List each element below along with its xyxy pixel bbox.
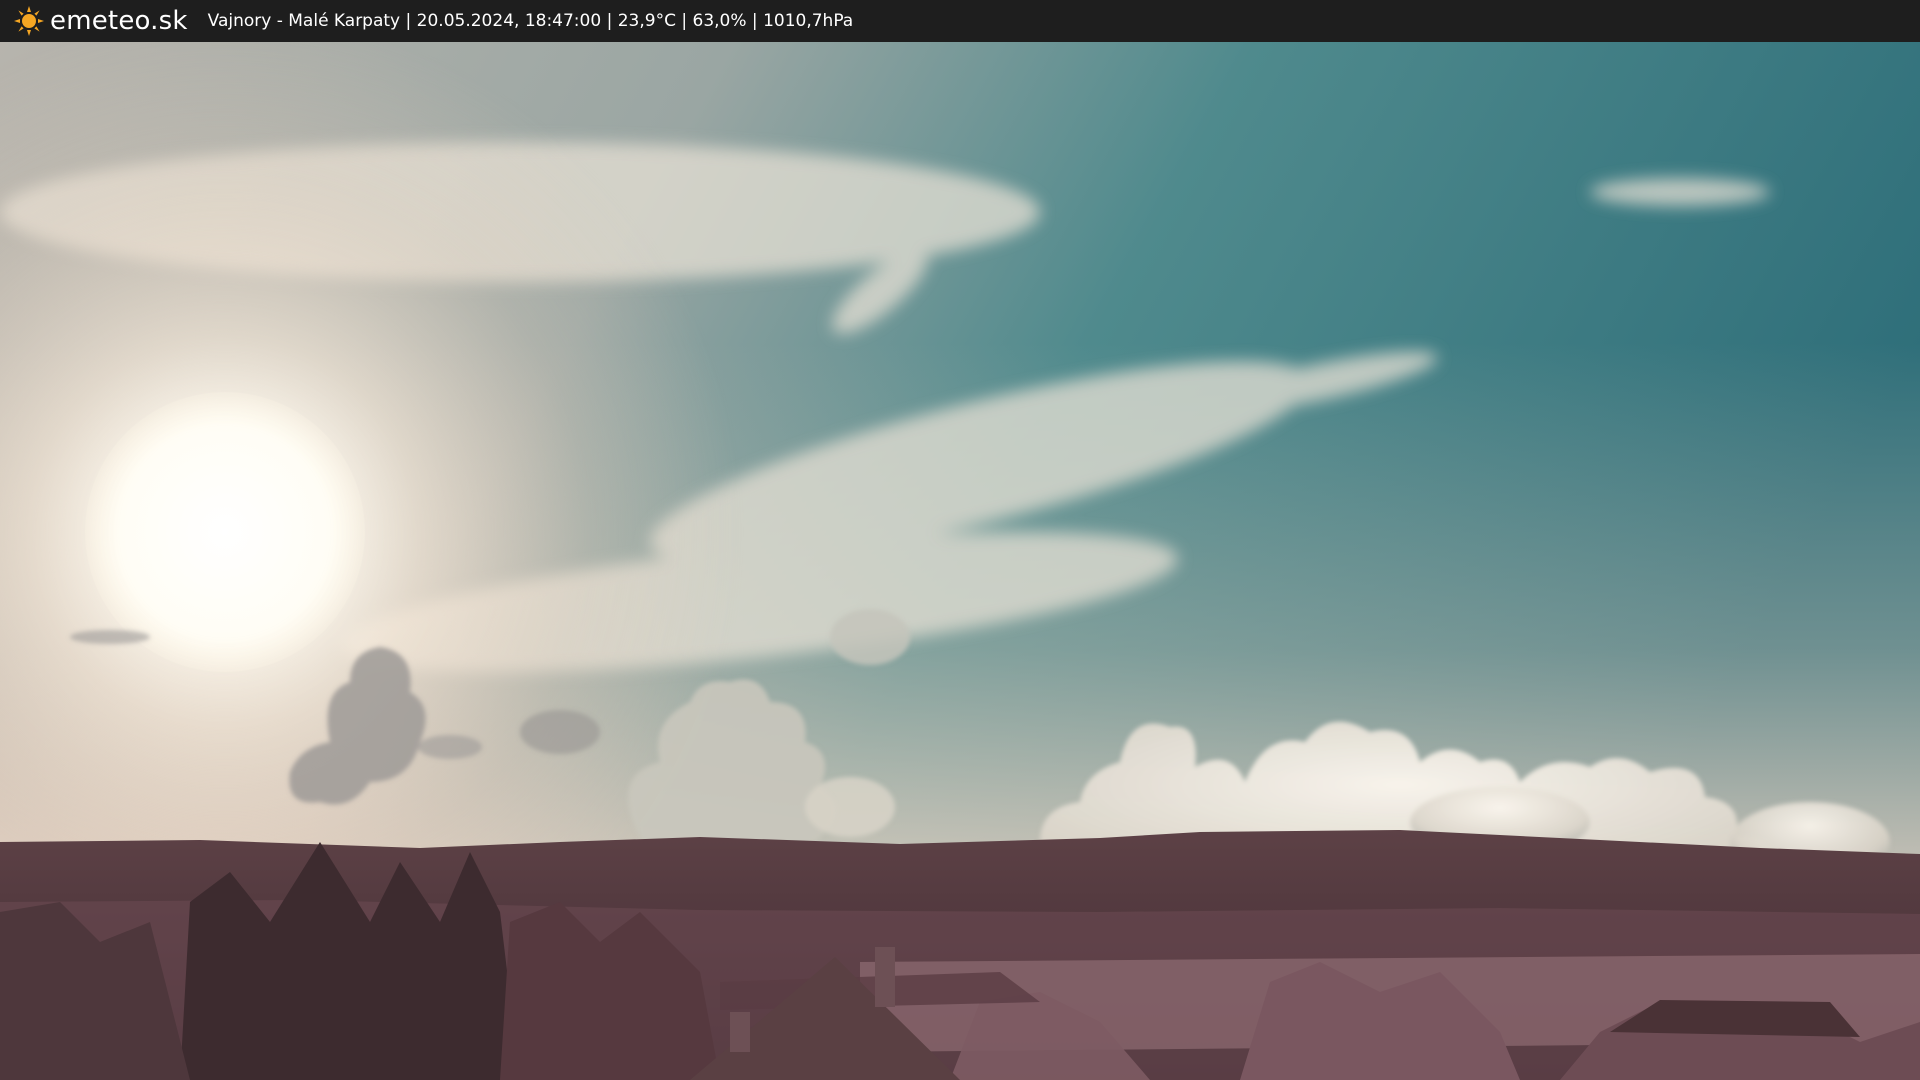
webcam-image (0, 42, 1920, 1080)
sun (85, 392, 365, 672)
landscape-scene (0, 42, 1920, 1080)
temperature-value: 23,9°C (617, 11, 676, 31)
timestamp: 20.05.2024, 18:47:00 (416, 11, 602, 31)
location-label: Vajnory - Malé Karpaty (207, 11, 401, 31)
separator: | (601, 11, 618, 31)
logo-text: emeteo.sk (50, 6, 188, 36)
pressure-value: 1010,7hPa (763, 11, 854, 31)
site-logo[interactable]: emeteo.sk (14, 6, 188, 36)
webcam-header-bar: emeteo.sk Vajnory - Malé Karpaty | 20.05… (0, 0, 1920, 42)
separator: | (746, 11, 764, 31)
humidity-value: 63,0% (692, 11, 747, 31)
separator: | (400, 11, 417, 31)
station-info: Vajnory - Malé Karpaty | 20.05.2024, 18:… (208, 11, 854, 31)
sun-icon (14, 6, 44, 36)
separator: | (675, 11, 693, 31)
